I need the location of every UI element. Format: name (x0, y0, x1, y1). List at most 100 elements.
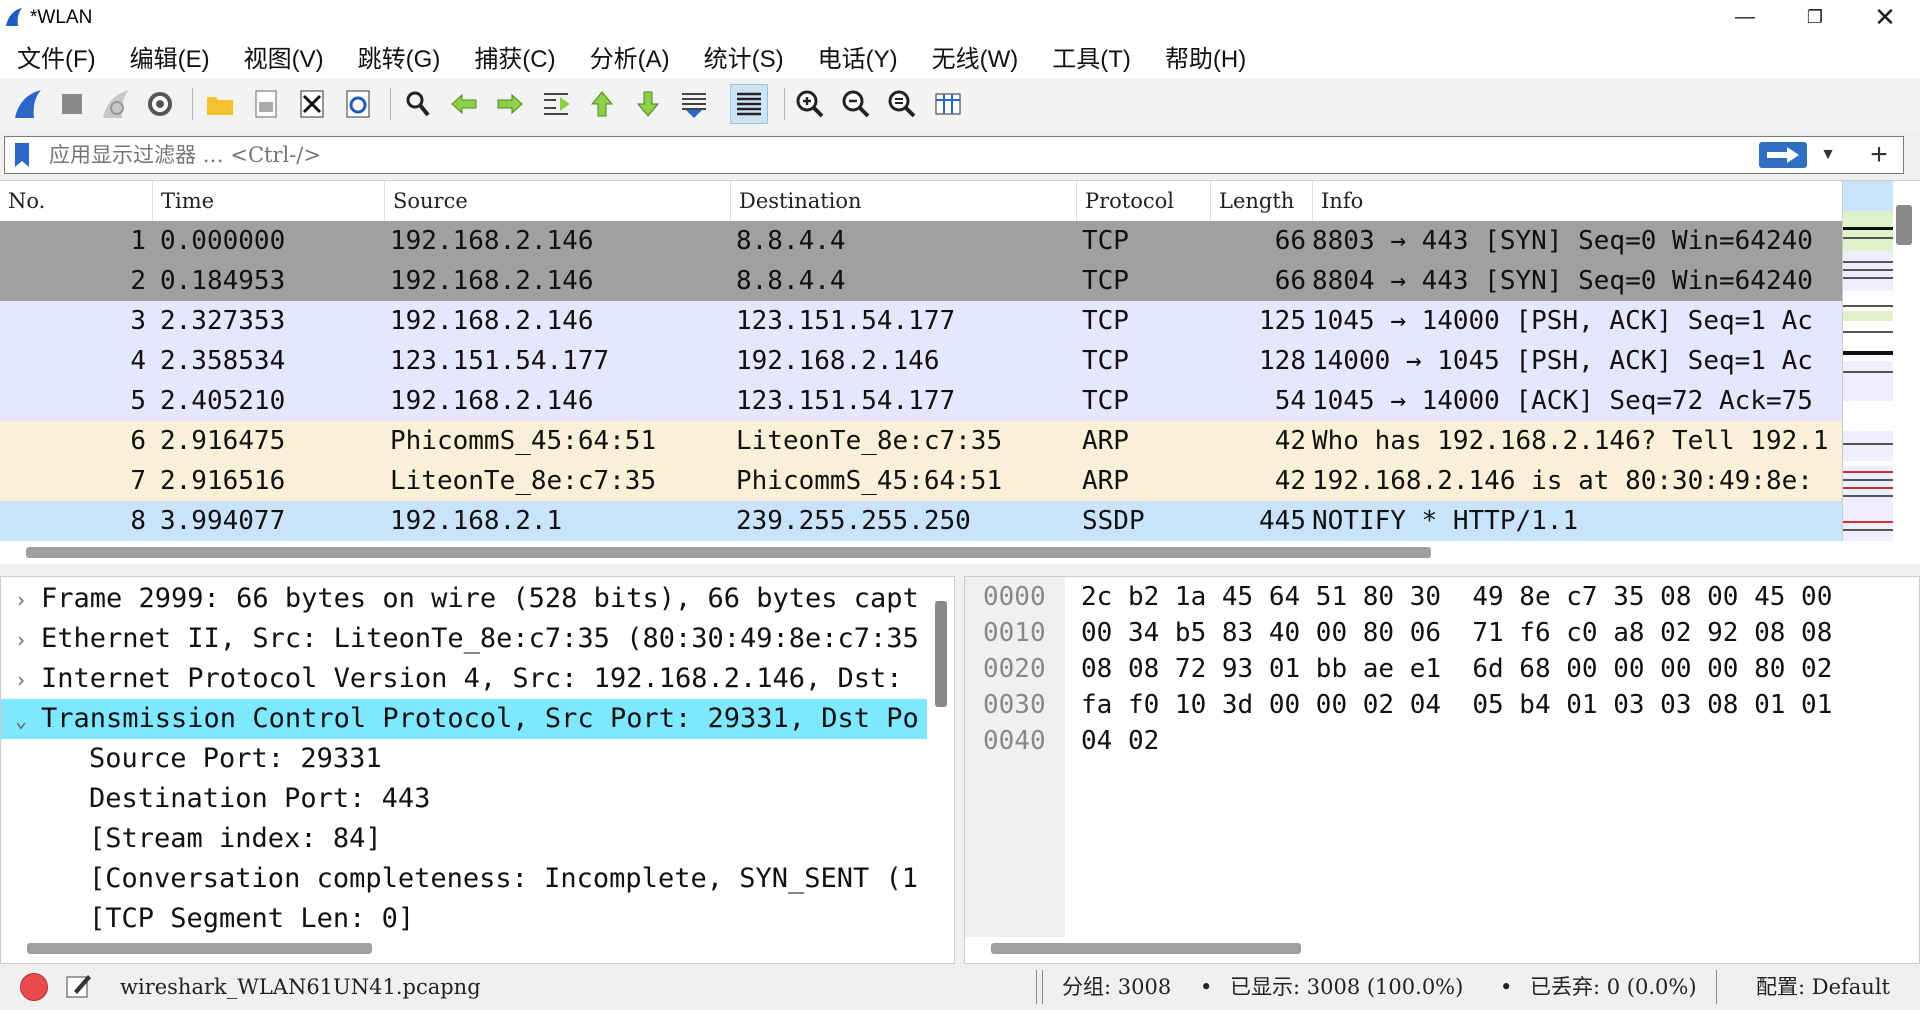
packet-cell-time: 2.405210 (160, 386, 286, 416)
column-header-length[interactable]: Length (1210, 181, 1312, 221)
packet-row[interactable]: 8 3.994077 192.168.2.1 239.255.255.250 SSDP 4… (0, 501, 1842, 541)
detail-tree-item[interactable]: Source Port: 29331 (1, 739, 927, 779)
packet-row[interactable]: 6 2.916475 PhicommS_45:64:51 LiteonTe_8e:c7… (0, 421, 1842, 461)
menu-statistics[interactable]: 统计(S) (687, 39, 801, 74)
packet-cell-proto: ARP (1082, 466, 1129, 496)
apply-filter-button[interactable] (1759, 142, 1807, 168)
start-capture-button[interactable] (10, 86, 46, 122)
resize-columns-button[interactable] (930, 86, 966, 122)
packet-cell-dst: 239.255.255.250 (736, 506, 971, 536)
packet-cell-src: LiteonTe_8e:c7:35 (390, 466, 657, 496)
restart-capture-button[interactable] (98, 86, 134, 122)
chevron-down-icon[interactable]: ⌄ (1, 700, 41, 739)
menu-help[interactable]: 帮助(H) (1148, 39, 1263, 74)
display-filter-input[interactable] (49, 141, 1749, 169)
detail-tree-item[interactable]: ⌄ Transmission Control Protocol, Src Port… (1, 699, 927, 739)
menu-go[interactable]: 跳转(G) (341, 39, 458, 74)
hex-bytes[interactable]: fa f0 10 3d 00 00 02 04 05 b4 01 03 03 0… (1081, 687, 1832, 723)
chevron-right-icon[interactable]: › (1, 580, 41, 619)
detail-tree-text: Destination Port: 443 (89, 783, 431, 814)
add-filter-button[interactable]: + (1864, 140, 1894, 170)
normal-size-button[interactable] (884, 86, 920, 122)
detail-tree-item[interactable]: Destination Port: 443 (1, 779, 927, 819)
menu-file[interactable]: 文件(F) (0, 39, 113, 74)
detail-tree-text: Transmission Control Protocol, Src Port:… (41, 703, 919, 734)
hex-bytes[interactable]: 2c b2 1a 45 64 51 80 30 49 8e c7 35 08 0… (1081, 579, 1832, 615)
detail-tree-item[interactable]: [Stream index: 84] (1, 819, 927, 859)
hex-bytes[interactable]: 04 02 (1081, 723, 1159, 759)
go-to-packet-button[interactable] (538, 86, 574, 122)
detail-tree-item[interactable]: › Internet Protocol Version 4, Src: 192.1… (1, 659, 927, 699)
zoom-out-button[interactable] (838, 86, 874, 122)
go-forward-button[interactable] (492, 86, 528, 122)
minimize-button[interactable]: — (1710, 0, 1780, 34)
chevron-right-icon[interactable]: › (1, 620, 41, 659)
plus-icon: + (1870, 138, 1888, 171)
reload-button[interactable] (340, 86, 376, 122)
chevron-down-icon: ▼ (1820, 146, 1836, 163)
packet-cell-dst: 8.8.4.4 (736, 266, 846, 296)
packet-cell-len: 445 (1259, 506, 1306, 536)
column-header-source[interactable]: Source (384, 181, 730, 221)
menu-capture[interactable]: 捕获(C) (457, 39, 572, 74)
menu-analyze[interactable]: 分析(A) (573, 39, 687, 74)
close-file-button[interactable] (294, 86, 330, 122)
first-packet-button[interactable] (584, 86, 620, 122)
details-vertical-scrollbar[interactable] (935, 601, 947, 707)
capture-options-button[interactable] (142, 86, 178, 122)
go-back-button[interactable] (446, 86, 482, 122)
hex-bytes[interactable]: 08 08 72 93 01 bb ae e1 6d 68 00 00 00 0… (1081, 651, 1832, 687)
window-title: *WLAN (30, 7, 93, 28)
menu-tools[interactable]: 工具(T) (1035, 39, 1148, 74)
packet-cell-proto: TCP (1082, 386, 1129, 416)
display-filter-bar: ▼ (4, 136, 1904, 174)
column-header-time[interactable]: Time (152, 181, 384, 221)
packet-row[interactable]: 5 2.405210 192.168.2.146 123.151.54.177 TCP 5… (0, 381, 1842, 421)
packet-list-vertical-scrollbar[interactable] (1896, 205, 1912, 245)
menu-telephony[interactable]: 电话(Y) (801, 39, 915, 74)
status-bar: wireshark_WLAN61UN41.pcapng 分组: 3008 • 已… (0, 964, 1920, 1010)
open-file-button[interactable] (202, 86, 238, 122)
capture-status-icon[interactable] (20, 973, 48, 1001)
filter-history-dropdown[interactable]: ▼ (1815, 142, 1841, 168)
details-horizontal-scrollbar[interactable] (27, 943, 372, 954)
column-header-protocol[interactable]: Protocol (1076, 181, 1210, 221)
find-packet-button[interactable] (400, 86, 436, 122)
auto-scroll-button[interactable] (676, 86, 712, 122)
colorize-button[interactable] (730, 84, 768, 124)
packet-list-horizontal-scrollbar[interactable] (26, 547, 1431, 558)
close-button[interactable]: ✕ (1850, 0, 1920, 34)
close-file-icon (300, 90, 324, 118)
detail-tree-item[interactable]: › Frame 2999: 66 bytes on wire (528 bits)… (1, 579, 927, 619)
save-file-button[interactable] (248, 86, 284, 122)
hex-bytes[interactable]: 00 34 b5 83 40 00 80 06 71 f6 c0 a8 02 9… (1081, 615, 1832, 651)
maximize-button[interactable]: ❐ (1780, 0, 1850, 34)
packet-cell-dst: 192.168.2.146 (736, 346, 940, 376)
status-profile[interactable]: 配置: Default (1756, 964, 1890, 1010)
go-back-icon (451, 93, 477, 115)
packet-row[interactable]: 2 0.184953 192.168.2.146 8.8.4.4 TCP 66 8804 →… (0, 261, 1842, 301)
bookmark-icon[interactable] (9, 140, 35, 170)
edit-comment-icon[interactable] (64, 971, 94, 1001)
column-header-destination[interactable]: Destination (730, 181, 1076, 221)
column-header-info[interactable]: Info (1312, 181, 1842, 221)
zoom-in-button[interactable] (792, 86, 828, 122)
stop-capture-button[interactable] (54, 86, 90, 122)
menu-view[interactable]: 视图(V) (227, 39, 341, 74)
column-header-no[interactable]: No. (0, 181, 152, 221)
detail-tree-item[interactable]: [TCP Segment Len: 0] (1, 899, 927, 939)
detail-tree-item[interactable]: › Ethernet II, Src: LiteonTe_8e:c7:35 (80… (1, 619, 927, 659)
packet-row[interactable]: 1 0.000000 192.168.2.146 8.8.4.4 TCP 66 8803 →… (0, 221, 1842, 261)
menu-wireless[interactable]: 无线(W) (915, 39, 1036, 74)
packet-cell-no: 8 (130, 506, 146, 536)
menu-edit[interactable]: 编辑(E) (113, 39, 227, 74)
packet-row[interactable]: 7 2.916516 LiteonTe_8e:c7:35 PhicommS_45:64… (0, 461, 1842, 501)
bytes-horizontal-scrollbar[interactable] (991, 943, 1301, 954)
chevron-right-icon[interactable]: › (1, 660, 41, 699)
packet-minimap[interactable] (1842, 181, 1893, 541)
packet-row[interactable]: 4 2.358534 123.151.54.177 192.168.2.146 TCP 1… (0, 341, 1842, 381)
detail-tree-item[interactable]: [Conversation completeness: Incomplete, … (1, 859, 927, 899)
packet-cell-dst: 123.151.54.177 (736, 306, 956, 336)
packet-row[interactable]: 3 2.327353 192.168.2.146 123.151.54.177 TCP 1… (0, 301, 1842, 341)
last-packet-button[interactable] (630, 86, 666, 122)
